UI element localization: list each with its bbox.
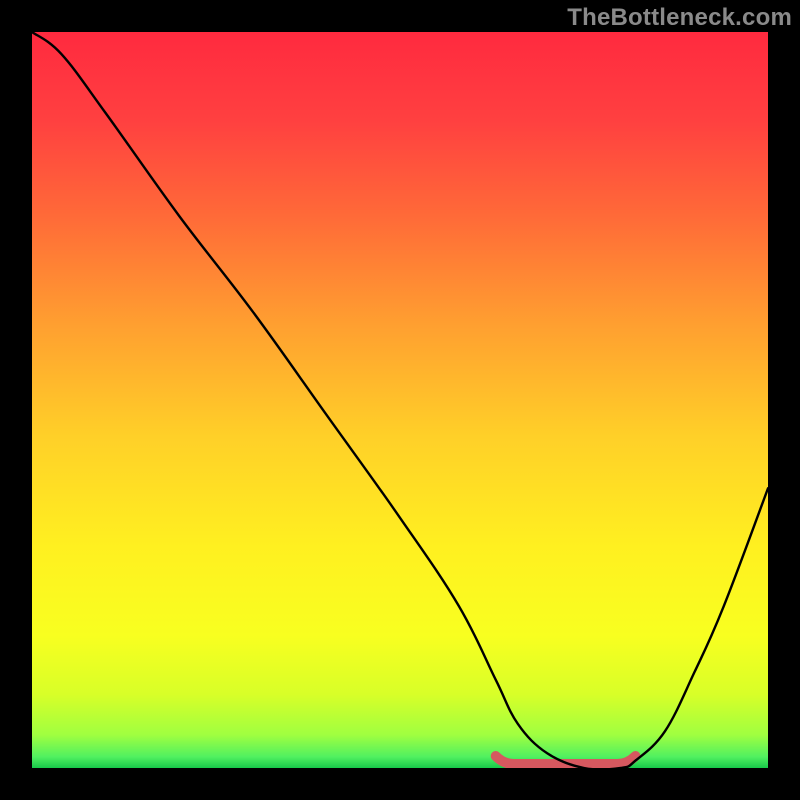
chart-frame: TheBottleneck.com xyxy=(0,0,800,800)
gradient-background xyxy=(32,32,768,768)
chart-svg xyxy=(32,32,768,768)
chart-plot-area xyxy=(32,32,768,768)
watermark-text: TheBottleneck.com xyxy=(567,4,792,32)
